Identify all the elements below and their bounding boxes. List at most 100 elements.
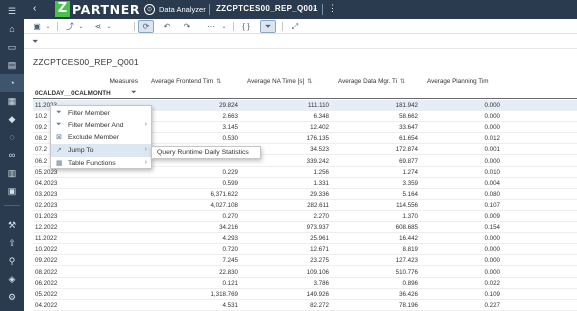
menu-item-jump-to[interactable]: ↗ Jump To › — [51, 144, 151, 157]
table-cell[interactable]: 0.010 — [430, 169, 500, 176]
table-cell[interactable]: 4.293 — [168, 235, 238, 242]
column-header[interactable]: Average Planning Tim — [427, 78, 523, 85]
folder-icon[interactable]: ▤ — [5, 59, 19, 71]
table-cell[interactable]: 1.256 — [259, 169, 329, 176]
row-label[interactable]: 12.2022 — [35, 224, 57, 231]
table-cell[interactable]: 1.274 — [348, 169, 418, 176]
table-cell[interactable]: 0.530 — [168, 135, 238, 142]
home-icon[interactable]: ⌂ — [5, 23, 19, 35]
table-cell[interactable]: 0.229 — [168, 169, 238, 176]
column-header[interactable]: Average NA Time [s] ⇅ — [247, 78, 345, 85]
row-label[interactable]: 08.2 — [35, 135, 47, 142]
table-cell[interactable]: 114.556 — [348, 202, 418, 209]
table-cell[interactable]: 0.000 — [430, 235, 500, 242]
filter-icon[interactable]: ⏷ — [32, 37, 38, 47]
chevron-down-icon[interactable]: ⌄ — [105, 20, 113, 33]
table-cell[interactable]: 4,027.108 — [168, 202, 238, 209]
table-cell[interactable]: 0.720 — [168, 246, 238, 253]
table-cell[interactable]: 109.106 — [259, 269, 329, 276]
row-label[interactable]: 08.2022 — [35, 269, 57, 276]
back-arrow-icon[interactable]: ‹ — [33, 3, 36, 14]
table-cell[interactable]: 12.671 — [259, 246, 329, 253]
table-cell[interactable]: 0.107 — [430, 202, 500, 209]
table-cell[interactable]: 0.001 — [430, 146, 500, 153]
document-title[interactable]: ZZCPTCES00_REP_Q001 — [216, 4, 318, 13]
table-cell[interactable]: 0.000 — [430, 124, 500, 131]
table-cell[interactable]: 29.824 — [168, 102, 238, 109]
table-cell[interactable]: 0.000 — [430, 246, 500, 253]
table-cell[interactable]: 172.874 — [348, 146, 418, 153]
menu-item-exclude-member[interactable]: ⊠ Exclude Member — [51, 131, 151, 144]
bell-icon[interactable]: ◌ — [5, 131, 19, 143]
row-label[interactable]: 04.2022 — [35, 302, 57, 309]
fullscreen-icon[interactable]: ⤢ — [288, 20, 302, 33]
table-cell[interactable]: 0.004 — [430, 180, 500, 187]
table-cell[interactable]: 1,318.769 — [168, 291, 238, 298]
formula-icon[interactable]: { } — [239, 20, 253, 33]
table-cell[interactable]: 4.531 — [168, 302, 238, 309]
row-label[interactable]: 06.2 — [35, 158, 47, 165]
table-cell[interactable]: 36.426 — [348, 291, 418, 298]
table-cell[interactable]: 16.442 — [348, 235, 418, 242]
table-cell[interactable]: 0.154 — [430, 224, 500, 231]
row-label[interactable]: 11.2022 — [35, 235, 57, 242]
cube-icon[interactable]: ◆ — [5, 113, 19, 125]
chevron-down-icon[interactable]: ⌄ — [77, 20, 85, 33]
submenu-item-query-runtime[interactable]: Query Runtime Daily Statistics — [157, 149, 249, 156]
save-icon[interactable]: ▣ — [30, 20, 44, 33]
table-cell[interactable]: 3.786 — [259, 280, 329, 287]
more-icon[interactable]: ⋮ — [328, 3, 337, 14]
filter-toggle-icon[interactable]: ⏷ — [260, 20, 276, 33]
table-cell[interactable]: 0.121 — [168, 280, 238, 287]
chart-icon[interactable]: ▥ — [5, 167, 19, 179]
table-cell[interactable]: 608.685 — [348, 224, 418, 231]
table-cell[interactable]: 111.110 — [259, 102, 329, 109]
table-cell[interactable]: 0.000 — [430, 102, 500, 109]
table-cell[interactable]: 78.196 — [348, 302, 418, 309]
table-cell[interactable]: 5.164 — [348, 191, 418, 198]
table-cell[interactable]: 2.663 — [168, 113, 238, 120]
table-cell[interactable]: 58.662 — [348, 113, 418, 120]
window-icon[interactable]: ▭ — [5, 41, 19, 53]
settings-icon[interactable]: ⚙ — [5, 291, 19, 303]
table-cell[interactable]: 0.000 — [430, 269, 500, 276]
table-cell[interactable]: 7.245 — [168, 257, 238, 264]
table-cell[interactable]: 3.145 — [168, 124, 238, 131]
table-cell[interactable]: 181.942 — [348, 102, 418, 109]
row-label[interactable]: 09.2022 — [35, 257, 57, 264]
refresh-icon[interactable]: ⟳ — [138, 20, 154, 33]
row-label[interactable]: 03.2023 — [35, 191, 57, 198]
table-cell[interactable]: 510.776 — [348, 269, 418, 276]
table-cell[interactable]: 0.000 — [430, 113, 500, 120]
table-cell[interactable]: 339.242 — [259, 158, 329, 165]
table-cell[interactable]: 22.830 — [168, 269, 238, 276]
table-cell[interactable]: 12.402 — [259, 124, 329, 131]
table-cell[interactable]: 0.896 — [348, 280, 418, 287]
filter-icon[interactable]: ⏷ — [131, 89, 137, 97]
table-cell[interactable]: 69.877 — [348, 158, 418, 165]
shield-icon[interactable]: ◈ — [5, 273, 19, 285]
row-label[interactable]: 06.2022 — [35, 280, 57, 287]
table-cell[interactable]: 127.423 — [348, 257, 418, 264]
table-cell[interactable]: 3.359 — [348, 180, 418, 187]
table-cell[interactable]: 0.009 — [430, 213, 500, 220]
chevron-down-icon[interactable]: ⌄ — [220, 20, 228, 33]
table-cell[interactable]: 973.937 — [259, 224, 329, 231]
table-cell[interactable]: 1.370 — [348, 213, 418, 220]
table-cell[interactable]: 0.270 — [168, 213, 238, 220]
row-label[interactable]: 05.2022 — [35, 291, 57, 298]
table-cell[interactable]: 33.647 — [348, 124, 418, 131]
grid-icon[interactable]: ▦ — [5, 95, 19, 107]
row-label[interactable]: 02.2023 — [35, 202, 57, 209]
row-label[interactable]: 09.2 — [35, 124, 47, 131]
table-cell[interactable]: 149.926 — [259, 291, 329, 298]
row-label[interactable]: 01.2023 — [35, 213, 57, 220]
table-cell[interactable]: 0.000 — [430, 257, 500, 264]
person-icon[interactable]: ⚲ — [5, 255, 19, 267]
table-cell[interactable]: 0.080 — [430, 191, 500, 198]
chevron-down-icon[interactable]: ⌄ — [44, 20, 52, 33]
table-cell[interactable]: 34.523 — [259, 146, 329, 153]
export-icon[interactable]: ⤴ — [63, 20, 77, 33]
list-icon[interactable]: ▣ — [5, 185, 19, 197]
table-cell[interactable]: 0.109 — [430, 291, 500, 298]
